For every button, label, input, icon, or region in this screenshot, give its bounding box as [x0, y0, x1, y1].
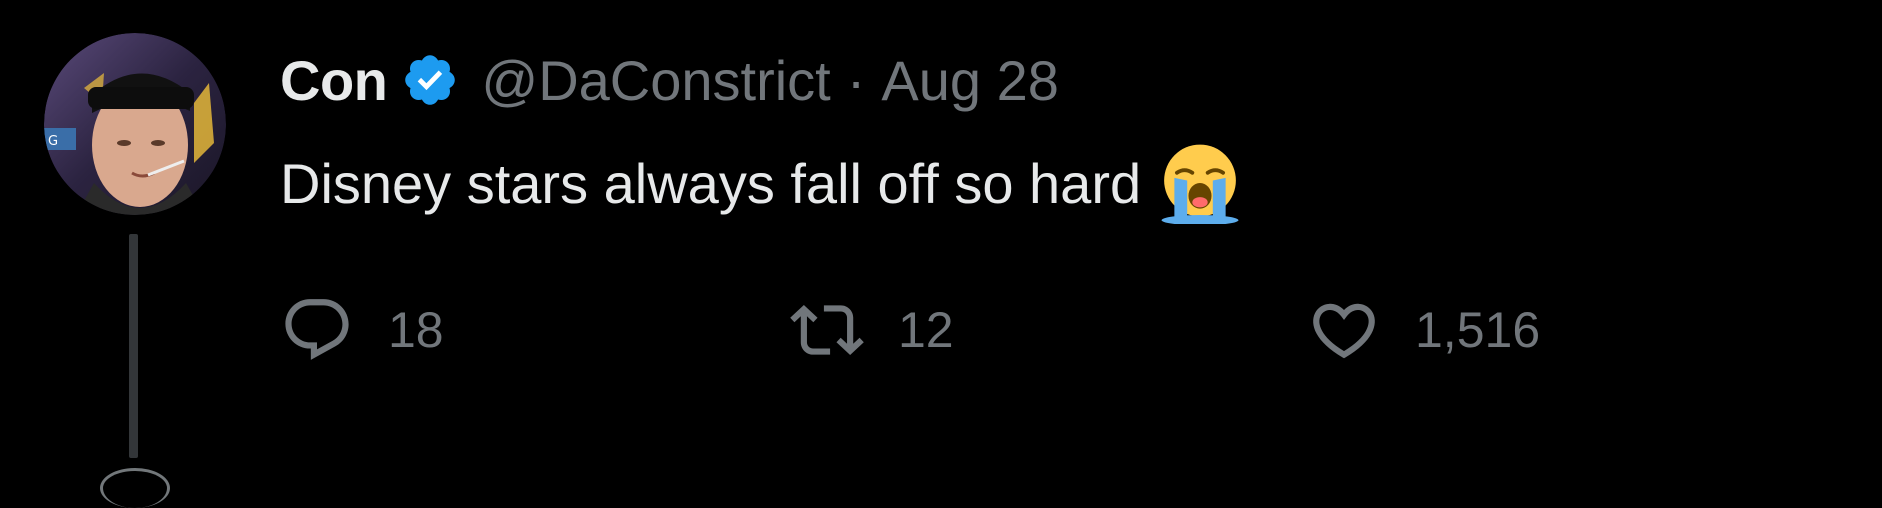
- separator-dot: ·: [846, 48, 866, 112]
- retweet-count: 12: [898, 302, 954, 358]
- tweet-content: Con @DaConstrict · Aug 28 Disney stars a…: [280, 40, 1840, 228]
- tweet-date[interactable]: Aug 28: [881, 48, 1059, 113]
- thread-line: [129, 234, 138, 458]
- avatar[interactable]: G: [44, 33, 226, 215]
- display-name[interactable]: Con: [280, 48, 388, 113]
- svg-text:G: G: [48, 134, 58, 149]
- like-count: 1,516: [1415, 302, 1541, 358]
- tweet[interactable]: G Con @DaConstrict · Aug 28 Disney stars…: [0, 0, 1882, 508]
- like-button[interactable]: 1,516: [1307, 290, 1540, 370]
- reply-count: 18: [388, 302, 444, 358]
- next-avatar-edge: [100, 468, 170, 508]
- handle[interactable]: @DaConstrict: [481, 48, 830, 113]
- heart-icon: [1313, 303, 1375, 359]
- tweet-actions: 18 12 1,516: [280, 290, 1680, 370]
- reply-button[interactable]: 18: [280, 290, 444, 370]
- loudly-crying-face-icon: [1161, 144, 1239, 224]
- tweet-text: Disney stars always fall off so hard: [280, 151, 1142, 215]
- avatar-column: G: [44, 33, 226, 215]
- reply-icon: [285, 299, 349, 360]
- tweet-body: Disney stars always fall off so hard: [280, 138, 1840, 228]
- retweet-button[interactable]: 12: [790, 290, 954, 370]
- verified-badge-icon: [405, 55, 456, 105]
- tweet-header: Con @DaConstrict · Aug 28: [280, 40, 1840, 120]
- retweet-icon: [790, 304, 864, 356]
